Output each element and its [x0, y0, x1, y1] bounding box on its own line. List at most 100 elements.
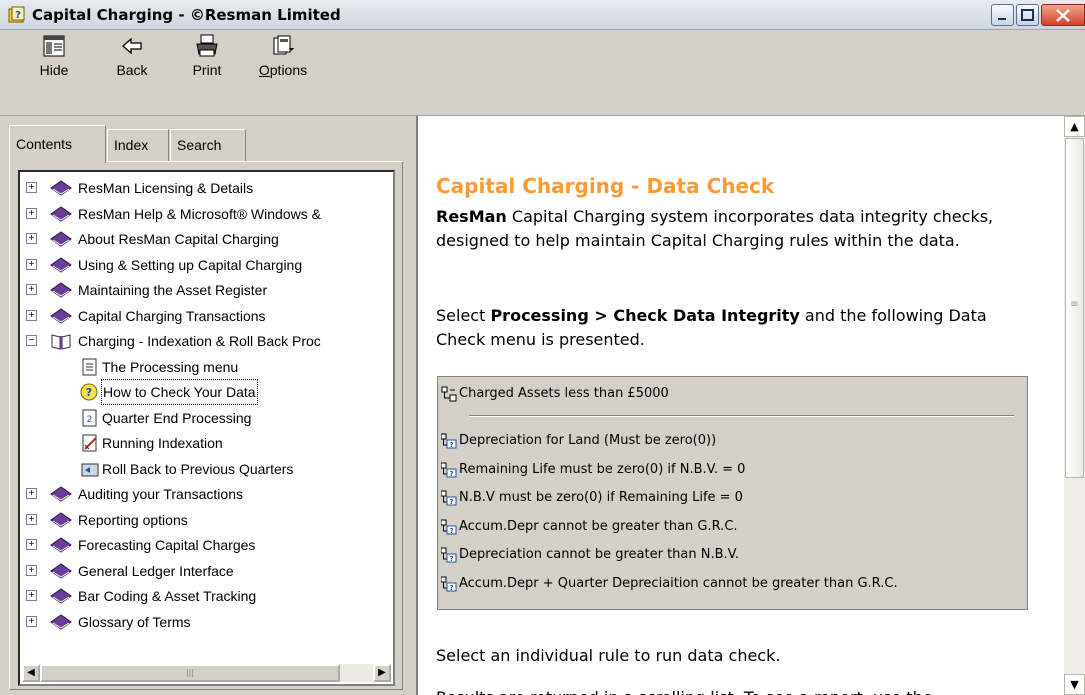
- options-icon: [273, 35, 294, 55]
- menu-item-label: Remaining Life must be zero(0) if N.B.V.…: [459, 461, 746, 477]
- rule-check-icon: ?: [441, 490, 457, 506]
- menu-item-label: Accum.Depr cannot be greater than G.R.C.: [459, 518, 738, 534]
- horizontal-scrollbar[interactable]: ◀ ||| ▶: [22, 664, 391, 682]
- rollback-page-icon: [81, 463, 99, 476]
- menu-item-label: N.B.V must be zero(0) if Remaining Life …: [459, 490, 743, 505]
- title-bar: ? Capital Charging - ©Resman Limited: [0, 0, 1085, 30]
- tree-item-label: Forecasting Capital Charges: [78, 537, 256, 553]
- rule-check-icon: ?: [441, 519, 457, 535]
- tree-item-label: Glossary of Terms: [78, 613, 191, 630]
- vertical-scrollbar[interactable]: ▲ ≡ ▼: [1064, 116, 1085, 695]
- menu-item-rule[interactable]: ? Depreciation cannot be greater than N.B…: [438, 543, 1028, 567]
- scroll-thumb[interactable]: ≡: [1065, 138, 1084, 478]
- maximize-button[interactable]: [1016, 4, 1039, 26]
- window-title: Capital Charging - ©Resman Limited: [32, 6, 341, 24]
- menu-item-rule[interactable]: ? N.B.V must be zero(0) if Remaining Life…: [438, 486, 1028, 510]
- expand-icon[interactable]: +: [26, 233, 37, 244]
- topic-title: Capital Charging - Data Check: [436, 174, 775, 198]
- rule-check-icon: ?: [441, 462, 457, 478]
- menu-item-rule[interactable]: ? Depreciation for Land (Must be zero(0)): [438, 429, 1028, 453]
- data-check-menu: Charged Assets less than £5000 ? Deprecia…: [437, 376, 1028, 610]
- tree-item-label: Capital Charging Transactions: [78, 307, 266, 324]
- tab-search-label: Search: [177, 137, 222, 153]
- book-icon: [50, 205, 72, 222]
- expand-icon[interactable]: +: [26, 182, 37, 193]
- print-label: Print: [192, 62, 222, 78]
- expand-icon[interactable]: +: [26, 539, 37, 550]
- book-icon: [50, 613, 72, 630]
- nav-tabs: Contents Index Search: [9, 125, 403, 163]
- navigation-pane: Contents Index Search + ResMan Licensing …: [9, 125, 403, 690]
- svg-text:?: ?: [449, 470, 453, 478]
- book-icon: [50, 486, 72, 502]
- expand-icon[interactable]: +: [26, 590, 37, 601]
- scroll-left-button[interactable]: ◀: [22, 664, 40, 682]
- tab-contents-label: Contents: [16, 136, 73, 152]
- tab-contents[interactable]: Contents: [9, 125, 106, 163]
- menu-item-charged-assets[interactable]: Charged Assets less than £5000: [438, 382, 1028, 406]
- minimize-icon: [998, 18, 1006, 20]
- scroll-up-button[interactable]: ▲: [1064, 116, 1085, 137]
- tree-item-label: General Ledger Interface: [78, 562, 234, 579]
- scroll-thumb[interactable]: |||: [40, 664, 340, 682]
- tab-index-label: Index: [114, 137, 149, 153]
- book-icon: [50, 511, 72, 528]
- options-button[interactable]: Options: [246, 34, 320, 114]
- svg-text:2: 2: [87, 415, 93, 425]
- menu-item-rule[interactable]: ? Accum.Depr cannot be greater than G.R.C…: [438, 515, 1028, 539]
- scroll-right-button[interactable]: ▶: [373, 664, 391, 682]
- svg-text:?: ?: [449, 527, 453, 535]
- tree-node-icon: [441, 386, 457, 402]
- edit-page-icon: [82, 434, 97, 452]
- hide-button[interactable]: Hide: [36, 34, 72, 114]
- open-book-icon: [51, 334, 71, 350]
- minimize-button[interactable]: [991, 4, 1014, 26]
- tree-item-label: About ResMan Capital Charging: [78, 231, 279, 247]
- book-icon: [50, 307, 72, 324]
- page-icon: [82, 358, 97, 375]
- select-pre: Select: [436, 306, 491, 325]
- svg-text:?: ?: [15, 10, 21, 21]
- expand-icon[interactable]: +: [26, 207, 37, 219]
- contents-tree[interactable]: + ResMan Licensing & Details + ResMan Help …: [18, 170, 395, 686]
- tab-index[interactable]: Index: [107, 129, 169, 161]
- expand-icon[interactable]: +: [26, 258, 37, 270]
- rule-check-icon: ?: [441, 547, 457, 563]
- results-paragraph: Results are returned in a scrolling list…: [436, 686, 1036, 695]
- book-icon: [50, 588, 72, 604]
- tree-item-label: ResMan Licensing & Details: [78, 180, 254, 196]
- printer-icon: [196, 34, 218, 57]
- tab-search[interactable]: Search: [170, 129, 246, 161]
- hide-pane-icon: [43, 35, 65, 57]
- toolbar: Hide Back Print Options: [0, 30, 1085, 116]
- close-button[interactable]: [1041, 4, 1085, 26]
- book-icon: [50, 256, 72, 273]
- scroll-down-button[interactable]: ▼: [1064, 674, 1085, 695]
- menu-item-rule[interactable]: ? Accum.Depr + Quarter Depreciaition cann…: [438, 572, 1028, 596]
- resman-bold: ResMan: [436, 207, 507, 226]
- contents-tab-page: + ResMan Licensing & Details + ResMan Help …: [9, 161, 403, 690]
- back-arrow-icon: [122, 37, 142, 55]
- book-icon: [50, 180, 72, 196]
- expand-icon[interactable]: +: [26, 309, 37, 321]
- expand-icon[interactable]: +: [26, 488, 37, 499]
- expand-icon[interactable]: +: [26, 513, 37, 525]
- expand-icon[interactable]: +: [26, 615, 37, 627]
- expand-icon[interactable]: +: [26, 284, 37, 295]
- back-button[interactable]: Back: [106, 34, 158, 114]
- print-button[interactable]: Print: [182, 34, 232, 114]
- tree-item-label: Maintaining the Asset Register: [78, 282, 268, 298]
- menu-item-rule[interactable]: ? Remaining Life must be zero(0) if N.B.V…: [438, 458, 1028, 482]
- intro-text: Capital Charging system incorporates dat…: [436, 207, 994, 250]
- menu-item-label: Depreciation cannot be greater than N.B.…: [459, 547, 740, 562]
- maximize-icon: [1021, 9, 1034, 21]
- svg-text:?: ?: [86, 386, 92, 399]
- menu-item-label: Depreciation for Land (Must be zero(0)): [459, 433, 717, 448]
- collapse-icon[interactable]: −: [26, 335, 37, 346]
- rule-check-icon: ?: [441, 576, 457, 592]
- close-icon: [1056, 9, 1070, 22]
- topic-content: Capital Charging - Data Check ResMan Cap…: [416, 116, 1085, 695]
- tree-item-label: Bar Coding & Asset Tracking: [78, 588, 257, 604]
- svg-text:?: ?: [449, 555, 453, 563]
- expand-icon[interactable]: +: [26, 564, 37, 576]
